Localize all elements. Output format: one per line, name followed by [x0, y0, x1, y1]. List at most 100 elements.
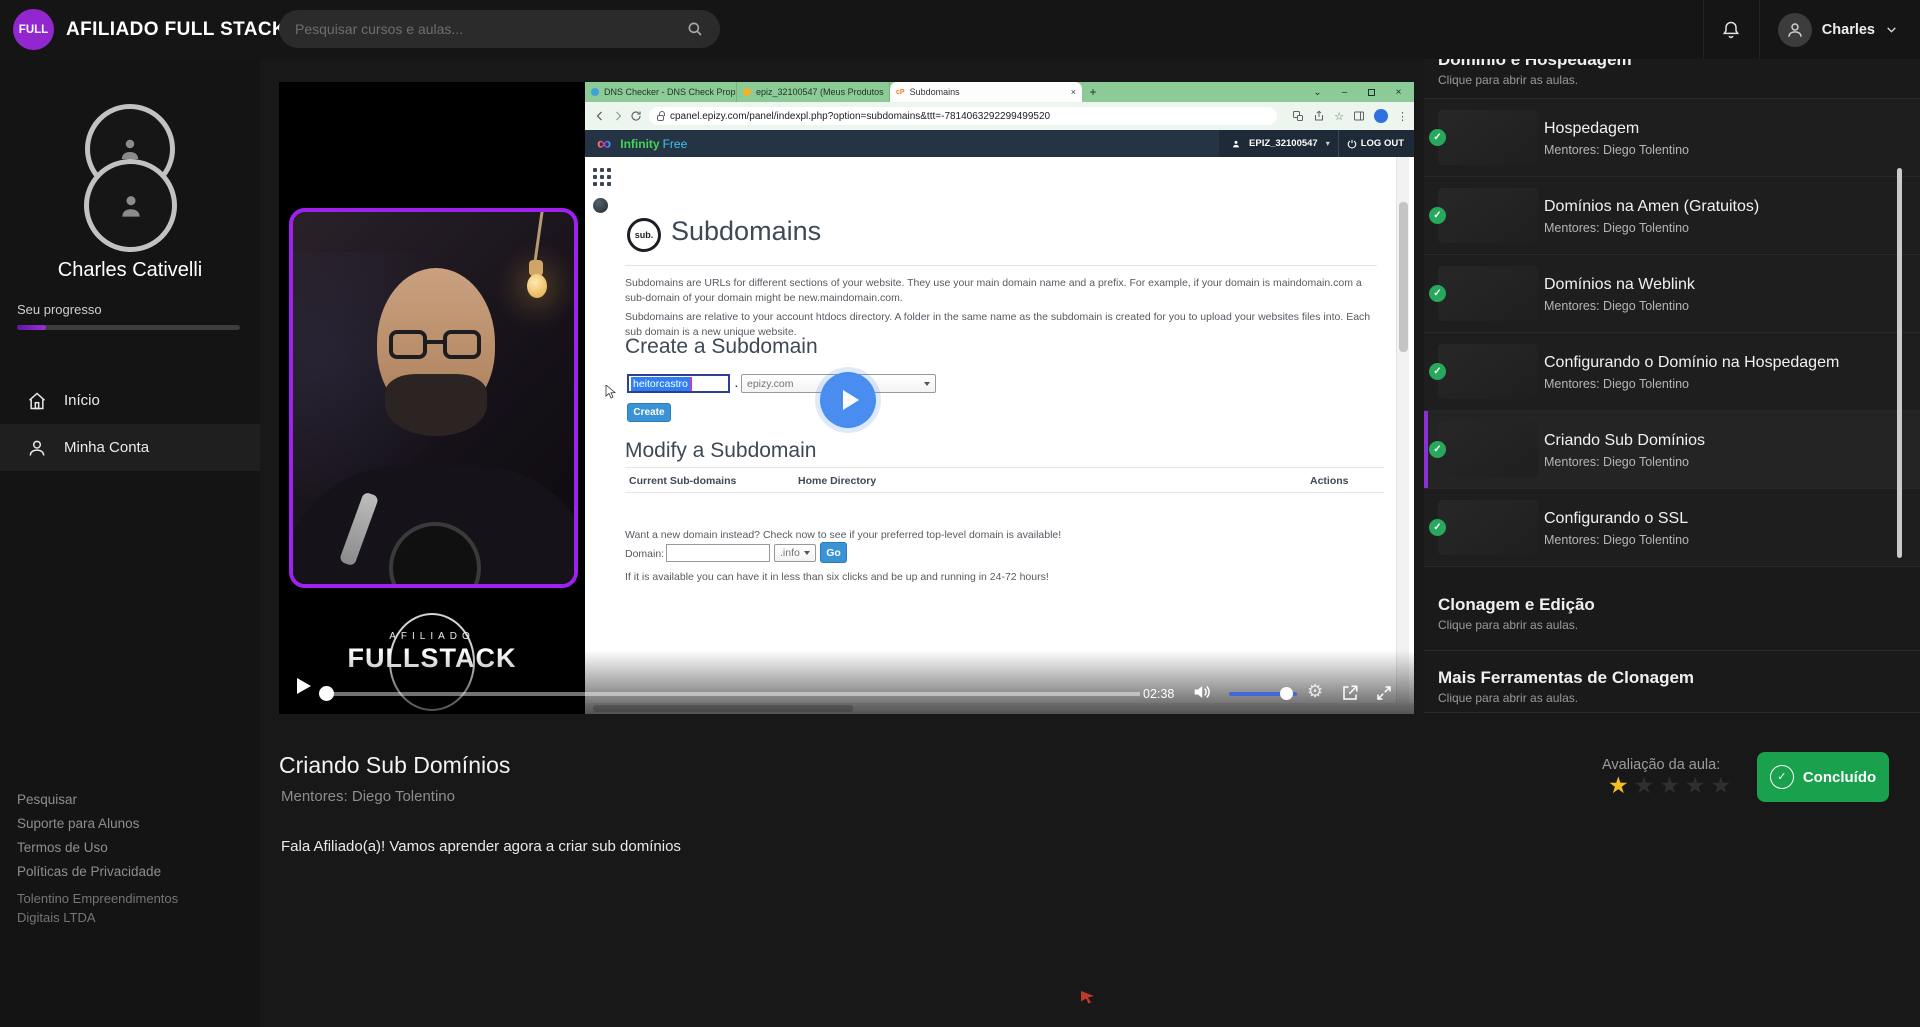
sidebar-item-minha-conta[interactable]: Minha Conta [0, 424, 260, 471]
star-icon-4[interactable]: ★ [1685, 772, 1711, 798]
playlist-item-criando-subdominios[interactable]: ✓ Criando Sub Domínios Mentores: Diego T… [1424, 411, 1920, 489]
red-cursor-icon [1080, 990, 1096, 1004]
volume-handle[interactable] [1280, 687, 1293, 700]
lesson-playlist: Domínio e Hospedagem Clique para abrir a… [1424, 59, 1920, 713]
lesson-thumbnail [1438, 344, 1538, 399]
column-actions: Actions [1310, 475, 1349, 487]
glasses-right [443, 330, 481, 359]
brand-infinity: Infinity [620, 137, 659, 151]
lamp-bulb [527, 274, 547, 298]
lamp-rope [533, 208, 544, 266]
sidebar-item-inicio[interactable]: Início [0, 377, 260, 424]
window-minimize-icon: – [1331, 82, 1358, 102]
sidebar-footer-links: Pesquisar Suporte para Alunos Termos de … [17, 792, 161, 888]
star-icon-3[interactable]: ★ [1659, 772, 1685, 798]
user-avatar [1778, 13, 1812, 47]
divider [625, 265, 1377, 266]
recorded-cursor-icon [605, 385, 617, 399]
browser-tabstrip: DNS Checker - DNS Check Propa × epiz_321… [585, 82, 1414, 102]
select-caret-icon [924, 382, 930, 386]
brand-free: Free [663, 137, 688, 151]
lesson-title: Criando Sub Domínios [1544, 432, 1705, 450]
avatar-placeholder-front[interactable] [84, 159, 177, 252]
cpanel-favicon: cP [896, 89, 905, 96]
create-button: Create [627, 403, 671, 422]
search-icon[interactable] [686, 20, 704, 38]
seek-handle[interactable] [319, 686, 334, 701]
completed-check-icon: ✓ [1429, 519, 1446, 536]
channel-watermark: AFILIADO FULLSTACK [279, 605, 585, 647]
domain-label: Domain: [625, 548, 664, 560]
link-pesquisar[interactable]: Pesquisar [17, 792, 161, 807]
new-tab-icon: + [1082, 82, 1104, 102]
section-title: Clonagem e Edição [1438, 595, 1920, 615]
playlist-item-hospedagem[interactable]: ✓ Hospedagem Mentores: Diego Tolentino [1424, 99, 1920, 177]
cpanel-page-title: Subdomains [671, 216, 821, 247]
lesson-title: Hospedagem [1544, 120, 1639, 138]
glasses-left [389, 330, 427, 359]
rating-stars[interactable]: ★★★★★ [1608, 772, 1736, 799]
lesson-thumbnail [1438, 188, 1538, 243]
tab-close-icon: × [1071, 87, 1076, 97]
playlist-section-dominio[interactable]: Domínio e Hospedagem Clique para abrir a… [1424, 59, 1920, 99]
subdomains-badge-icon: sub. [627, 218, 661, 252]
completed-check-icon: ✓ [1429, 363, 1446, 380]
domain-dot-separator: . [735, 379, 738, 390]
completed-check-icon: ✓ [1429, 129, 1446, 146]
logout-button: LOG OUT [1347, 138, 1404, 149]
playlist-item-configurando-dominio[interactable]: ✓ Configurando o Domínio na Hospedagem M… [1424, 333, 1920, 411]
completed-button[interactable]: ✓ Concluído [1757, 752, 1889, 802]
lesson-mentors: Mentores: Diego Tolentino [1544, 377, 1689, 391]
infinity-logo: ∞ [597, 134, 611, 154]
lesson-title: Configurando o Domínio na Hospedagem [1544, 354, 1839, 372]
home-icon [27, 391, 47, 411]
epiz-favicon [743, 88, 751, 96]
playlist-item-ssl[interactable]: ✓ Configurando o SSL Mentores: Diego Tol… [1424, 489, 1920, 567]
user-icon [27, 438, 47, 458]
star-icon-5[interactable]: ★ [1711, 772, 1737, 798]
volume-icon[interactable] [1193, 684, 1213, 700]
play-button[interactable] [297, 678, 311, 694]
lesson-title: Configurando o SSL [1544, 510, 1688, 528]
lesson-description: Fala Afiliado(a)! Vamos aprender agora a… [281, 838, 681, 855]
progress-bar [17, 325, 240, 330]
glasses-bridge [425, 340, 445, 344]
star-icon-2[interactable]: ★ [1634, 772, 1660, 798]
popout-icon[interactable] [1341, 684, 1359, 702]
sidebar-menu: Início Minha Conta [0, 377, 260, 471]
recorded-browser: DNS Checker - DNS Check Propa × epiz_321… [585, 82, 1414, 714]
playlist-scrollbar[interactable] [1897, 168, 1902, 558]
fullscreen-icon[interactable] [1375, 684, 1393, 702]
notifications-button[interactable] [1703, 0, 1759, 59]
check-circle-icon: ✓ [1770, 765, 1794, 789]
playlist-item-weblink[interactable]: ✓ Domínios na Weblink Mentores: Diego To… [1424, 255, 1920, 333]
header-divider [1338, 130, 1339, 157]
user-menu[interactable]: Charles [1759, 0, 1920, 59]
topbar-right: Charles [1703, 0, 1920, 59]
modify-subdomain-heading: Modify a Subdomain [625, 439, 816, 463]
brand-logo: FULL [13, 9, 54, 50]
playlist-item-amen[interactable]: ✓ Domínios na Amen (Gratuitos) Mentores:… [1424, 177, 1920, 255]
lesson-title: Domínios na Weblink [1544, 276, 1695, 294]
star-icon-1[interactable]: ★ [1608, 772, 1634, 798]
search-input[interactable] [295, 21, 686, 37]
course-platform: FULL AFILIADO FULL STACK [0, 0, 1920, 1027]
playlist-section-mais-ferramentas[interactable]: Mais Ferramentas de Clonagem Clique para… [1424, 651, 1920, 713]
browser-tab-dns-checker: DNS Checker - DNS Check Propa × [585, 82, 737, 102]
lesson-thumbnail [1438, 266, 1538, 321]
lesson-thumbnail [1438, 110, 1538, 165]
settings-gear-icon[interactable]: ⚙ [1307, 681, 1323, 702]
webcam-video-area: AFILIADO FULLSTACK [279, 82, 585, 714]
seek-bar[interactable] [326, 692, 1140, 696]
account-user-icon [1231, 139, 1241, 149]
watermark-top-text: AFILIADO [279, 631, 585, 642]
big-play-button[interactable] [820, 372, 876, 428]
section-title: Mais Ferramentas de Clonagem [1438, 668, 1920, 688]
time-display: 02:38 [1143, 687, 1174, 701]
padlock-icon [657, 115, 664, 121]
link-termos[interactable]: Termos de Uso [17, 840, 161, 855]
playlist-section-clonagem[interactable]: Clonagem e Edição Clique para abrir as a… [1424, 567, 1920, 651]
link-suporte[interactable]: Suporte para Alunos [17, 816, 161, 831]
go-button: Go [820, 542, 847, 563]
link-privacidade[interactable]: Políticas de Privacidade [17, 864, 161, 879]
